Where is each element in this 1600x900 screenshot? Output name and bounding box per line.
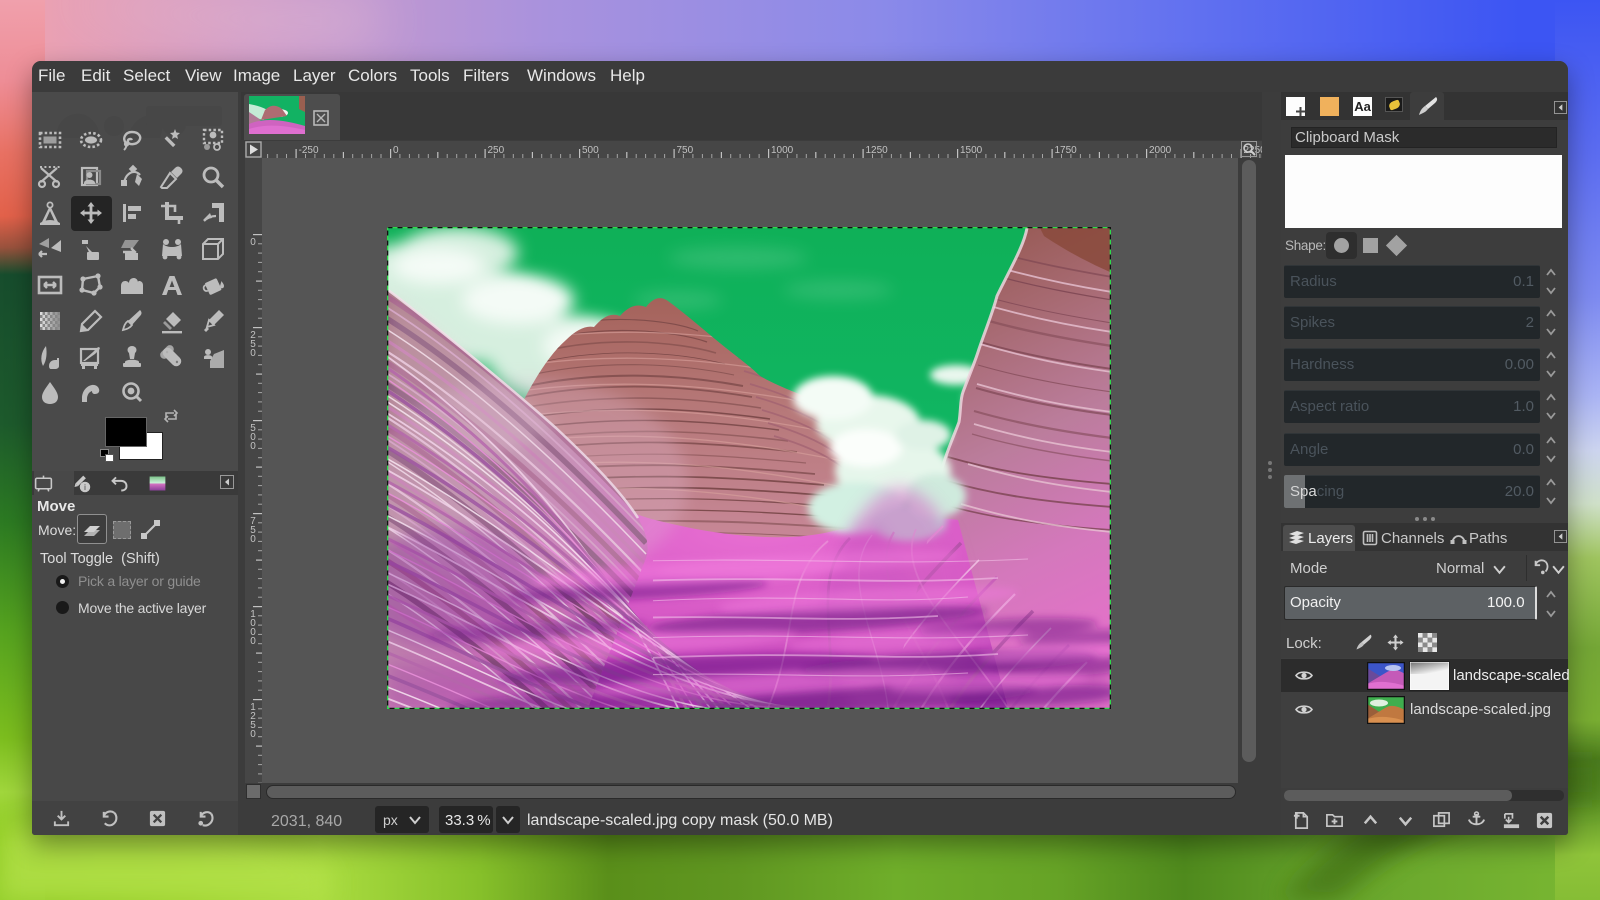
svg-text:0: 0 <box>250 636 256 647</box>
svg-text:0: 0 <box>393 145 399 156</box>
svg-text:2000: 2000 <box>1149 145 1172 156</box>
svg-text:1250: 1250 <box>866 145 889 156</box>
svg-text:1750: 1750 <box>1055 145 1078 156</box>
svg-text:0: 0 <box>250 534 256 545</box>
svg-text:250: 250 <box>488 145 505 156</box>
svg-text:0: 0 <box>250 441 256 452</box>
svg-text:0: 0 <box>250 237 256 248</box>
svg-text:i: i <box>84 483 86 492</box>
svg-text:750: 750 <box>677 145 694 156</box>
svg-text:1500: 1500 <box>960 145 983 156</box>
svg-text:500: 500 <box>582 145 599 156</box>
svg-text:0: 0 <box>250 348 256 359</box>
svg-text:0: 0 <box>250 729 256 740</box>
svg-text:-250: -250 <box>299 145 319 156</box>
svg-text:1000: 1000 <box>771 145 794 156</box>
